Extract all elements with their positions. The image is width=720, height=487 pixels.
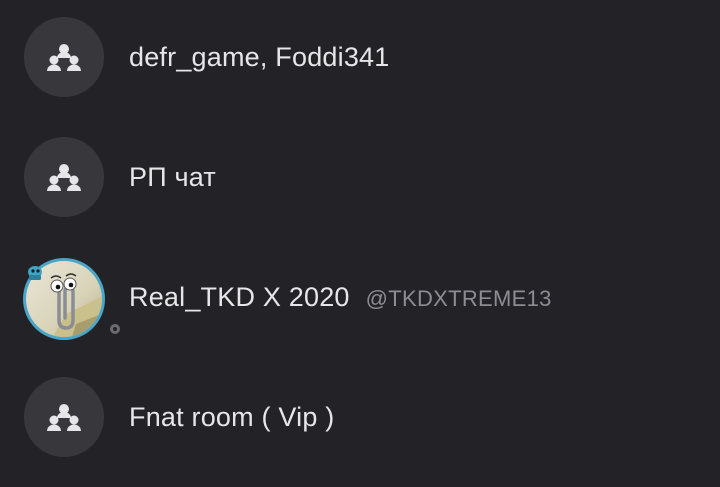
offline-status-indicator [104,318,126,340]
group-avatar [24,17,104,97]
conversation-title: defr_game, Foddi341 [129,41,390,72]
conversation-title: Fnat room ( Vip ) [129,401,335,432]
user-avatar [21,254,126,340]
conversation-title: РП чат [129,161,216,192]
group-avatar [24,137,104,217]
group-icon [47,44,81,71]
conversation-title: Real_TKD X 2020 @TKDXTREME13 [129,282,552,313]
conversation-item-defr-game[interactable]: defr_game, Foddi341 [0,0,720,117]
conversation-item-fnat-room[interactable]: Fnat room ( Vip ) [0,357,720,477]
conversation-list: defr_game, Foddi341 РП чат Real_TKD X 20… [0,0,720,487]
display-name: Real_TKD X 2020 [129,281,350,312]
group-avatar [24,377,104,457]
group-icon [47,164,81,191]
group-icon [47,404,81,431]
conversation-item-rp-chat[interactable]: РП чат [0,117,720,237]
hat-badge-icon [28,266,42,280]
username-handle: @TKDXTREME13 [365,285,552,311]
paperclip-assistant-avatar [23,258,105,340]
conversation-item-real-tkd[interactable]: Real_TKD X 2020 @TKDXTREME13 [0,237,720,357]
